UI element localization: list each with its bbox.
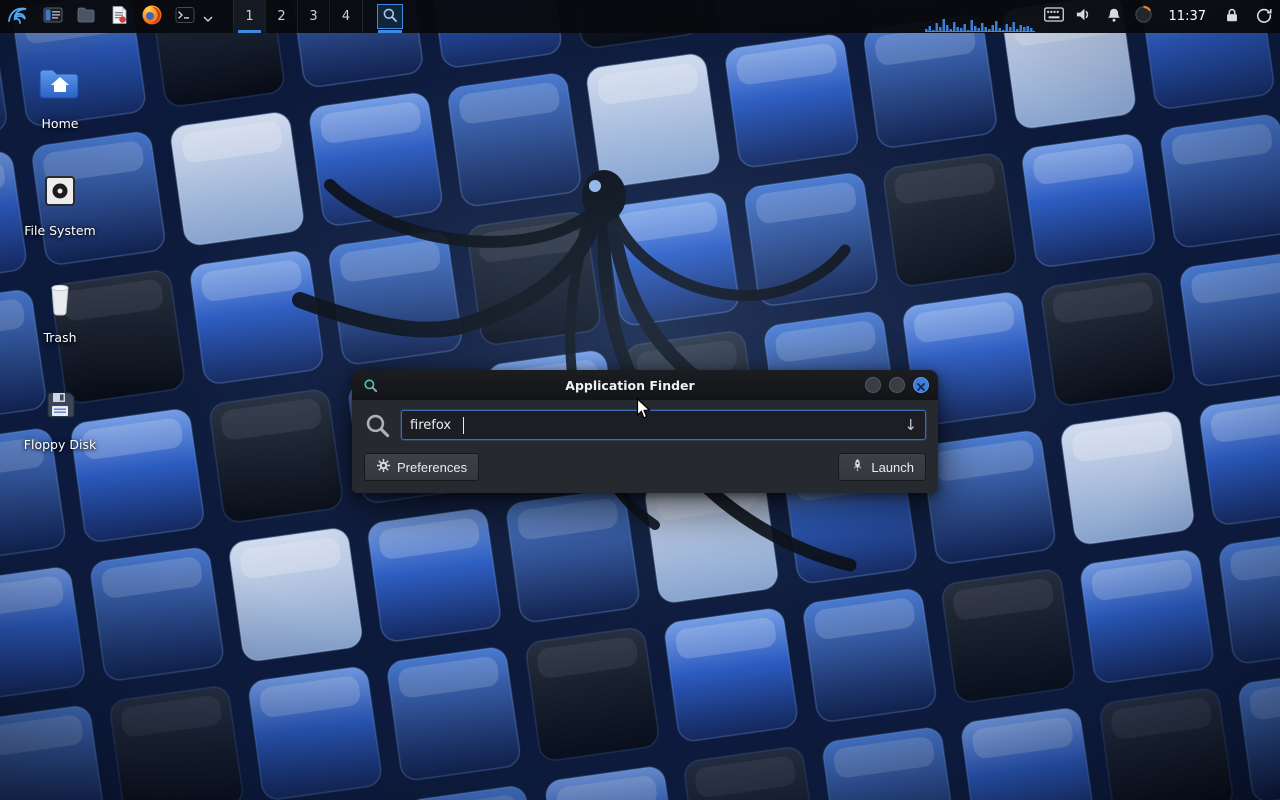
- panel-right-section: 11:37: [921, 0, 1280, 33]
- workspace-label: 2: [277, 9, 285, 24]
- clock[interactable]: 11:37: [1159, 9, 1216, 24]
- volume-button[interactable]: [1069, 0, 1099, 33]
- top-panel: 1 2 3 4: [0, 0, 1280, 33]
- workspace-button-1[interactable]: 1: [234, 0, 266, 33]
- window-controls: [865, 377, 929, 393]
- firefox-icon: [141, 4, 163, 30]
- hard-drive-icon: [40, 165, 80, 217]
- terminal-launcher[interactable]: [168, 0, 201, 33]
- titlebar[interactable]: Application Finder: [352, 370, 938, 400]
- system-monitor-graph[interactable]: [921, 0, 1039, 33]
- workspace-button-4[interactable]: 4: [330, 0, 362, 33]
- close-button[interactable]: [913, 377, 929, 393]
- maximize-button[interactable]: [889, 377, 905, 393]
- home-folder-icon: [38, 58, 82, 110]
- preferences-label: Preferences: [397, 460, 467, 475]
- desktop-icon-label: Floppy Disk: [24, 437, 96, 452]
- keyboard-indicator-button[interactable]: [1039, 0, 1069, 33]
- finder-body: ↓ Preferences: [352, 400, 938, 493]
- text-editor-icon: [109, 5, 129, 29]
- file-manager-launcher[interactable]: [36, 0, 69, 33]
- logout-icon: [1255, 6, 1273, 28]
- dropdown-arrow[interactable]: ↓: [898, 418, 917, 433]
- kali-logo-icon: [5, 2, 31, 32]
- keyboard-icon: [1044, 7, 1064, 26]
- text-caret: [463, 417, 464, 434]
- bell-icon: [1105, 6, 1123, 28]
- search-input[interactable]: [410, 418, 898, 433]
- lock-screen-button[interactable]: [1216, 0, 1248, 33]
- search-icon: [382, 7, 398, 27]
- desktop-icon-label: Trash: [43, 330, 76, 345]
- workspace-label: 4: [342, 9, 350, 24]
- action-row: Preferences Launch: [364, 453, 926, 481]
- terminal-icon: [175, 5, 195, 29]
- desktop-icon-floppy-disk[interactable]: Floppy Disk: [12, 371, 108, 478]
- workspace-label: 3: [309, 9, 317, 24]
- workspace-button-2[interactable]: 2: [266, 0, 298, 33]
- terminal-dropdown-button[interactable]: [201, 0, 215, 33]
- workspace-pager: 1 2 3 4: [233, 0, 363, 33]
- floppy-disk-icon: [40, 379, 80, 431]
- text-editor-launcher[interactable]: [102, 0, 135, 33]
- application-finder-window: Application Finder: [352, 370, 938, 493]
- gear-icon: [376, 458, 391, 476]
- desktop-icon-column: Home File System Trash: [12, 50, 108, 478]
- applications-menu-button[interactable]: [0, 0, 36, 33]
- appfinder-launcher-button[interactable]: [373, 0, 407, 33]
- launch-button[interactable]: Launch: [838, 453, 926, 481]
- search-row: ↓: [364, 410, 926, 440]
- preferences-button[interactable]: Preferences: [364, 453, 479, 481]
- status-circle-icon: [1134, 5, 1153, 28]
- folder-launcher[interactable]: [69, 0, 102, 33]
- desktop-icon-file-system[interactable]: File System: [12, 157, 108, 264]
- minimize-button[interactable]: [865, 377, 881, 393]
- firefox-launcher[interactable]: [135, 0, 168, 33]
- close-icon: [917, 376, 925, 395]
- status-tray-button[interactable]: [1129, 0, 1159, 33]
- workspace-button-3[interactable]: 3: [298, 0, 330, 33]
- trash-icon: [40, 272, 80, 324]
- desktop-icon-label: File System: [24, 223, 96, 238]
- desktop-icon-home[interactable]: Home: [12, 50, 108, 157]
- notifications-button[interactable]: [1099, 0, 1129, 33]
- appfinder-window-icon: [361, 376, 379, 394]
- panel-left-section: 1 2 3 4: [0, 0, 407, 33]
- speaker-icon: [1074, 5, 1093, 28]
- desktop-icon-label: Home: [42, 116, 79, 131]
- appfinder-launcher-box: [377, 4, 403, 29]
- lock-icon: [1223, 6, 1241, 28]
- launch-label: Launch: [871, 460, 914, 475]
- file-manager-icon: [43, 5, 63, 29]
- search-icon: [364, 412, 391, 439]
- search-field: ↓: [401, 410, 926, 440]
- desktop-icon-trash[interactable]: Trash: [12, 264, 108, 371]
- folder-icon: [76, 5, 96, 29]
- launch-icon: [850, 458, 865, 476]
- chevron-down-icon: [203, 7, 213, 26]
- logout-button[interactable]: [1248, 0, 1280, 33]
- window-title: Application Finder: [412, 378, 848, 393]
- workspace-label: 1: [245, 9, 253, 24]
